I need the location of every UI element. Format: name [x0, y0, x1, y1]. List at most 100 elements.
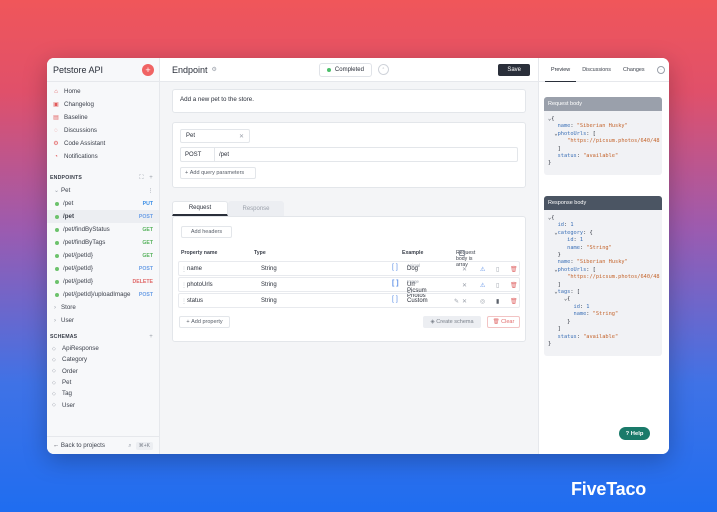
edit-icon[interactable]: ✎	[454, 298, 459, 305]
status-dot	[55, 279, 59, 284]
nav-item-home[interactable]: ⌂ Home	[47, 85, 159, 98]
tab-discussions[interactable]: Discussions	[576, 58, 617, 81]
type-select[interactable]: String	[261, 282, 277, 288]
nav-item-notifications[interactable]: ◔ Notifications	[47, 150, 159, 163]
more-options-icon[interactable]: ·	[657, 65, 665, 74]
array-checkbox[interactable]	[459, 250, 465, 256]
collapse-icon[interactable]: ⛶	[139, 175, 143, 181]
array-bracket-icon[interactable]: [ ]	[392, 280, 399, 287]
more-icon[interactable]: ⋮	[148, 188, 153, 194]
description-field[interactable]: Add a new pet to the store.	[172, 89, 526, 113]
endpoint-item[interactable]: /pet/{petId} POST	[47, 262, 159, 275]
close-icon[interactable]: ✕	[462, 266, 467, 273]
endpoint-item[interactable]: /pet PUT	[47, 197, 159, 210]
trash-icon[interactable]: 🗑	[510, 266, 518, 273]
nav-item-changelog[interactable]: ▣ Changelog	[47, 98, 159, 111]
settings-icon[interactable]: ◎	[480, 298, 485, 305]
example-field[interactable]: Image Url Picsum Photos	[407, 279, 427, 299]
tree-group-store[interactable]: › Store	[47, 301, 159, 314]
schema-icon: ◇	[52, 356, 56, 363]
settings-icon[interactable]: ⚙	[212, 66, 217, 73]
tab-response[interactable]: Response	[228, 201, 284, 216]
brand-logo: FiveTaco	[571, 479, 647, 499]
tab-request[interactable]: Request	[172, 201, 228, 216]
tab-changes[interactable]: Changes	[617, 58, 651, 81]
search-icon[interactable]: ⌕	[128, 442, 131, 450]
close-icon[interactable]: ✕	[462, 298, 467, 305]
help-button[interactable]: ? Help	[619, 427, 650, 440]
project-title[interactable]: Petstore API	[53, 65, 103, 75]
status-dropdown[interactable]: Completed	[318, 62, 372, 77]
schema-item[interactable]: ◇ Order	[47, 366, 159, 377]
array-bracket-icon[interactable]: [ ]	[392, 264, 398, 271]
method-select[interactable]: POST	[181, 148, 215, 161]
add-schema-icon[interactable]: +	[149, 334, 153, 340]
add-property-button[interactable]: + Add property	[179, 316, 230, 328]
endpoint-item[interactable]: /pet/findByStatus GET	[47, 223, 159, 236]
add-icon[interactable]: +	[142, 63, 154, 76]
close-icon[interactable]: ✕	[462, 282, 467, 289]
response-body-title: Response body	[544, 196, 662, 210]
nav-item-discussions[interactable]: ◌ Discussions	[47, 124, 159, 137]
property-name-input[interactable]: status	[187, 298, 203, 304]
property-name-input[interactable]: photoUrls	[187, 282, 213, 288]
close-icon[interactable]: ✕	[239, 133, 244, 140]
schema-item[interactable]: ◇ Pet	[47, 377, 159, 388]
warning-icon[interactable]: ⚠	[480, 266, 485, 273]
status-label: Completed	[334, 66, 364, 73]
endpoint-item[interactable]: /pet/{petId}/uploadImage POST	[47, 288, 159, 301]
endpoint-path: /pet	[63, 213, 75, 220]
trash-icon[interactable]: 🗑	[510, 282, 518, 289]
save-button[interactable]: Save	[498, 63, 530, 76]
group-label: Pet	[61, 187, 71, 194]
trash-icon[interactable]: 🗑	[510, 298, 518, 305]
schema-item[interactable]: ◇ Tag	[47, 388, 159, 399]
clear-button[interactable]: 🗑 Clear	[487, 316, 520, 328]
nav-label: Baseline	[64, 114, 88, 121]
file-icon[interactable]: ▯	[496, 282, 499, 289]
col-type: Type	[254, 250, 266, 256]
schema-item[interactable]: ◇ User	[47, 399, 159, 410]
file-icon[interactable]: ▮	[496, 298, 499, 305]
status-dot	[55, 292, 59, 297]
tab-preview[interactable]: Preview	[545, 59, 577, 82]
add-headers-button[interactable]: Add headers	[181, 226, 232, 238]
button-label: Add property	[191, 319, 223, 325]
type-select[interactable]: String	[261, 266, 277, 272]
tree-group-pet[interactable]: ⌄ Pet ⋮	[47, 184, 159, 197]
back-to-projects-link[interactable]: Back to projects	[61, 442, 105, 449]
tree-group-user[interactable]: › User	[47, 314, 159, 327]
schema-item[interactable]: ◇ Category	[47, 354, 159, 365]
array-bracket-icon[interactable]: [ ]	[392, 296, 398, 303]
endpoint-item-active[interactable]: /pet POST	[47, 210, 159, 223]
path-input[interactable]: /pet	[215, 152, 229, 158]
nav-item-code-assistant[interactable]: ⚙ Code Assistant	[47, 137, 159, 150]
tag-pill[interactable]: Pet ✕	[180, 129, 250, 143]
example-value[interactable]: Custom	[407, 298, 428, 304]
property-name-input[interactable]: name	[187, 266, 202, 272]
add-endpoint-icon[interactable]: +	[149, 175, 153, 181]
warning-icon[interactable]: ⚠	[480, 282, 485, 289]
create-schema-button[interactable]: ◈ Create schema	[423, 316, 481, 328]
status-dot	[55, 201, 59, 206]
properties-card: Add headers Property name Type Example R…	[172, 216, 526, 342]
endpoints-title: ENDPOINTS	[50, 175, 83, 181]
schema-label: Order	[62, 367, 78, 375]
endpoint-item[interactable]: /pet/findByTags GET	[47, 236, 159, 249]
endpoints-header: ENDPOINTS ⛶ +	[47, 172, 159, 184]
file-icon[interactable]: ▯	[496, 266, 499, 273]
nav-label: Discussions	[64, 127, 98, 134]
right-tabs: Preview Discussions Changes ·	[539, 58, 669, 82]
add-query-parameters-button[interactable]: + Add query parameters	[180, 167, 256, 179]
schema-item[interactable]: ◇ ApiResponse	[47, 343, 159, 354]
endpoint-item[interactable]: /pet/{petId} DELETE	[47, 275, 159, 288]
chevron-down-icon: ⌄	[54, 188, 60, 194]
avatar[interactable]: ◦	[377, 64, 389, 75]
method-badge: POST	[138, 213, 153, 220]
nav-item-baseline[interactable]: ▤ Baseline	[47, 111, 159, 124]
example-field[interactable]: Animal Dog	[407, 263, 420, 272]
help-label: Help	[630, 430, 644, 437]
type-select[interactable]: String	[261, 298, 277, 304]
home-icon: ⌂	[54, 88, 58, 95]
endpoint-item[interactable]: /pet/{petId} GET	[47, 249, 159, 262]
